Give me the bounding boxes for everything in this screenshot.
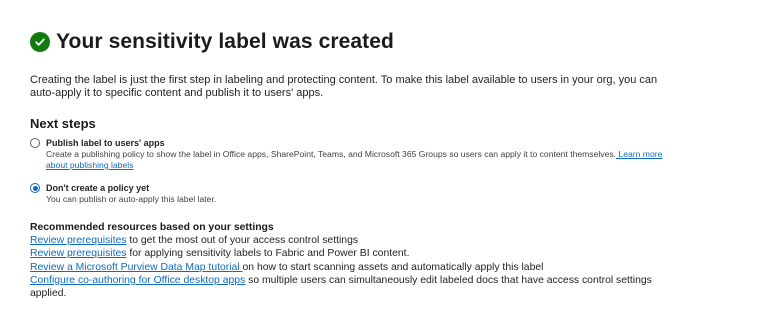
- sensitivity-label-created-page: Your sensitivity label was created Creat…: [0, 0, 768, 331]
- option-description: Create a publishing policy to show the l…: [46, 149, 686, 171]
- title-row: Your sensitivity label was created: [30, 30, 768, 54]
- page-title: Your sensitivity label was created: [56, 30, 394, 53]
- intro-text: Creating the label is just the first ste…: [30, 74, 658, 99]
- next-steps-heading: Next steps: [30, 116, 96, 131]
- review-prerequisites-link[interactable]: Review prerequisites: [30, 235, 126, 246]
- resource-item: Review prerequisites to get the most out…: [30, 234, 670, 247]
- checkmark-circle-icon: [30, 32, 50, 52]
- option-dont-create-policy[interactable]: Don't create a policy yet You can publis…: [30, 182, 768, 205]
- option-publish-label[interactable]: Publish label to users' apps Create a pu…: [30, 137, 768, 171]
- resource-item-text: on how to start scanning assets and auto…: [242, 261, 544, 273]
- recommended-resources: Recommended resources based on your sett…: [30, 221, 670, 300]
- data-map-tutorial-link[interactable]: Review a Microsoft Purview Data Map tuto…: [30, 262, 243, 273]
- configure-coauthoring-link[interactable]: Configure co-authoring for Office deskto…: [30, 275, 245, 286]
- resources-heading: Recommended resources based on your sett…: [30, 222, 274, 233]
- option-description-text: Create a publishing policy to show the l…: [46, 149, 617, 159]
- option-description: You can publish or auto-apply this label…: [46, 194, 217, 204]
- dont-create-policy-radio[interactable]: [30, 183, 40, 193]
- option-title: Publish label to users' apps: [46, 138, 165, 148]
- resource-item-text: for applying sensitivity labels to Fabri…: [126, 248, 410, 260]
- resource-item: Review prerequisites for applying sensit…: [30, 247, 670, 260]
- publish-label-radio[interactable]: [30, 138, 40, 148]
- resource-item: Configure co-authoring for Office deskto…: [30, 274, 670, 300]
- review-prerequisites-fabric-link[interactable]: Review prerequisites: [30, 248, 126, 259]
- resource-item: Review a Microsoft Purview Data Map tuto…: [30, 261, 670, 274]
- resource-item-text: to get the most out of your access contr…: [126, 235, 359, 247]
- option-title: Don't create a policy yet: [46, 183, 150, 193]
